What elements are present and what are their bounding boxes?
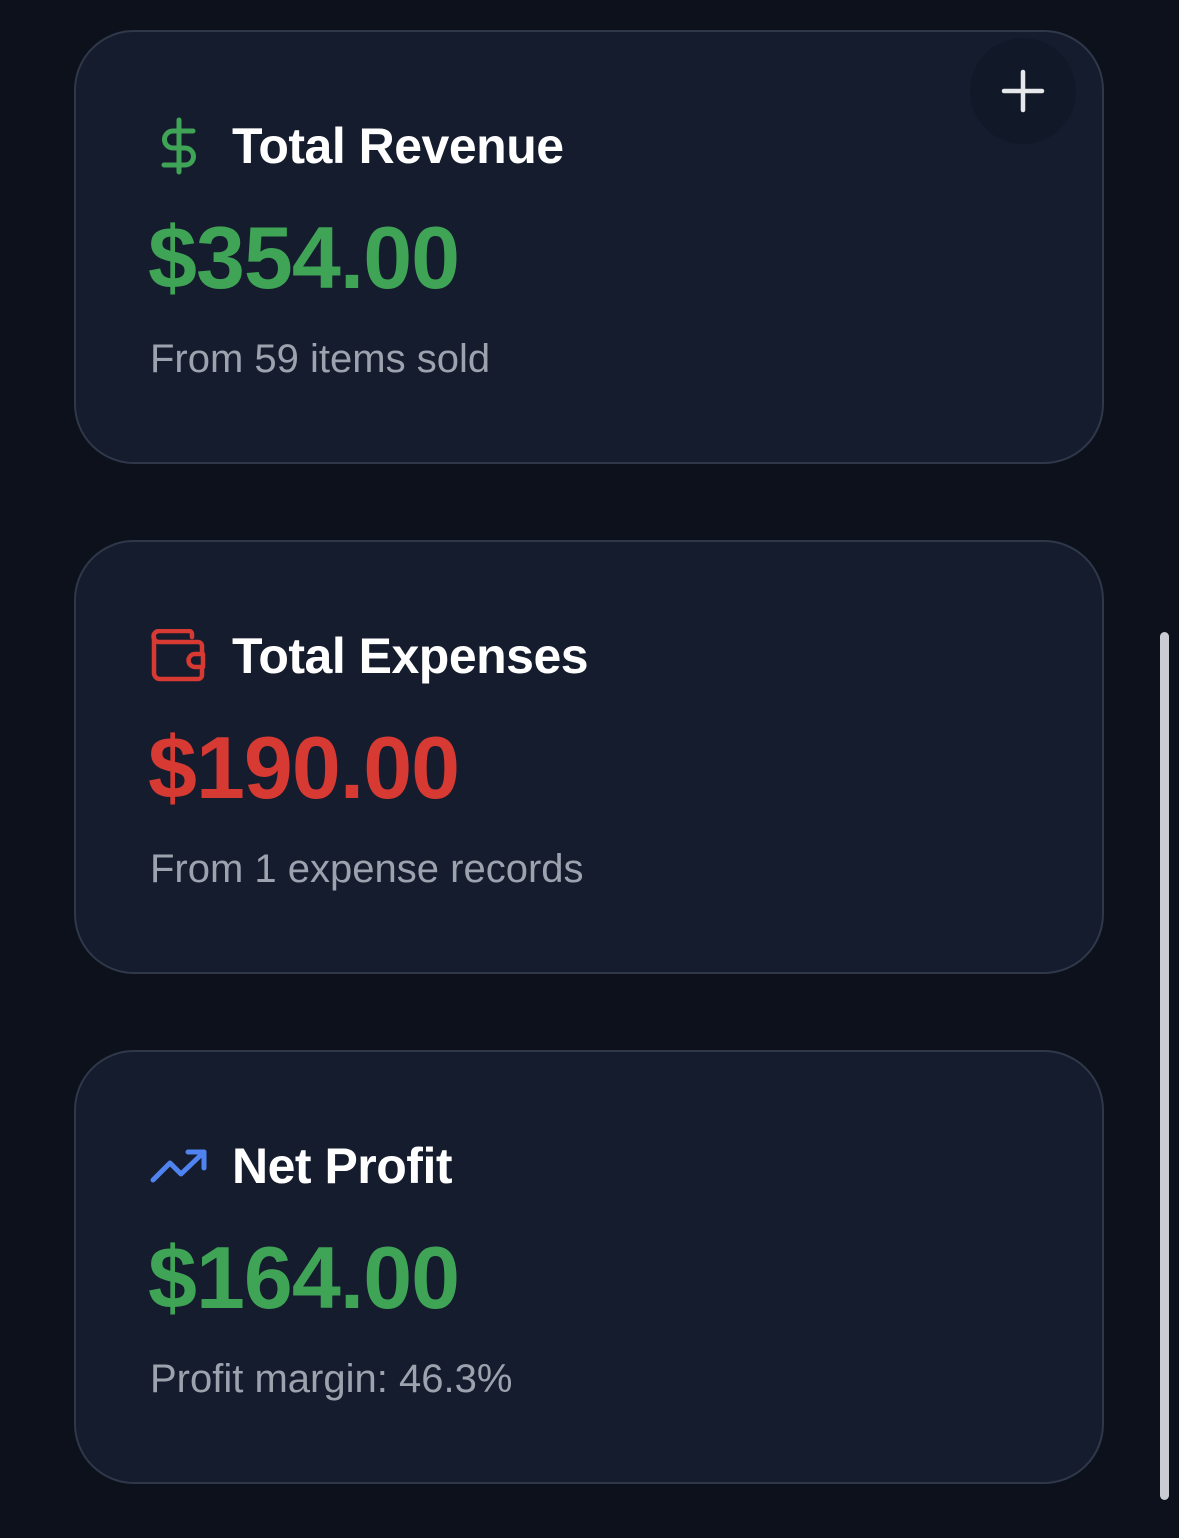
total-expenses-card: Total Expenses $190.00 From 1 expense re… — [74, 540, 1104, 974]
card-title: Net Profit — [232, 1138, 453, 1194]
card-title: Total Revenue — [232, 118, 564, 174]
revenue-subtitle: From 59 items sold — [150, 337, 491, 381]
profit-margin-text: Profit margin: 46.3% — [150, 1357, 513, 1401]
card-header: Total Expenses — [150, 624, 589, 688]
trending-up-icon — [150, 1137, 208, 1195]
plus-icon — [1001, 69, 1045, 113]
net-profit-amount: $164.00 — [148, 1228, 460, 1327]
scrollbar[interactable] — [1160, 632, 1169, 1500]
card-title: Total Expenses — [232, 628, 589, 684]
dashboard-summary: Total Revenue $354.00 From 59 items sold… — [0, 0, 1179, 1538]
card-header: Net Profit — [150, 1134, 453, 1198]
add-button[interactable] — [970, 38, 1076, 144]
dollar-sign-icon — [150, 117, 208, 175]
wallet-icon — [150, 627, 208, 685]
net-profit-card: Net Profit $164.00 Profit margin: 46.3% — [74, 1050, 1104, 1484]
expenses-amount: $190.00 — [148, 718, 460, 817]
total-revenue-card: Total Revenue $354.00 From 59 items sold — [74, 30, 1104, 464]
revenue-amount: $354.00 — [148, 208, 460, 307]
expenses-subtitle: From 1 expense records — [150, 847, 584, 891]
card-header: Total Revenue — [150, 114, 564, 178]
